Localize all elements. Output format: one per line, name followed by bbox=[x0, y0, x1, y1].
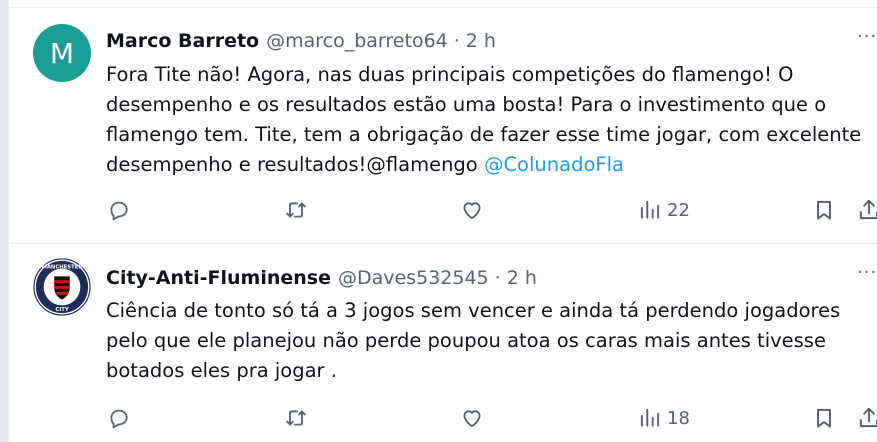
mention-link[interactable]: @ColunadoFla bbox=[484, 153, 624, 176]
tweet-text-line: Ciência de tonto só tá a 3 jogos sem ven… bbox=[106, 299, 841, 322]
tweet[interactable]: M Marco Barreto @marco_barreto64 · 2 h ·… bbox=[9, 8, 877, 244]
bookmark-button[interactable] bbox=[811, 197, 837, 223]
club-logo-icon: MANCHESTER CITY bbox=[33, 258, 91, 316]
timestamp[interactable]: 2 h bbox=[466, 30, 496, 52]
display-name[interactable]: Marco Barreto bbox=[106, 30, 259, 52]
share-icon bbox=[859, 407, 877, 428]
like-button[interactable] bbox=[459, 197, 485, 223]
retweet-icon bbox=[286, 410, 306, 426]
avatar[interactable]: M bbox=[33, 24, 91, 82]
bookmark-button[interactable] bbox=[811, 405, 837, 431]
tweet-text-line: pelo que ele planejou não perde poupou a… bbox=[106, 329, 826, 352]
reply-icon bbox=[110, 201, 128, 221]
logo-text-bottom: CITY bbox=[55, 307, 68, 313]
like-icon bbox=[463, 202, 481, 220]
retweet-icon bbox=[286, 202, 306, 218]
tweet-text-line: flamengo tem. Tite, tem a obrigação de f… bbox=[106, 123, 862, 146]
timestamp[interactable]: 2 h bbox=[507, 267, 537, 289]
reply-button[interactable] bbox=[106, 197, 132, 223]
more-options-icon[interactable]: ··· bbox=[857, 28, 877, 46]
retweet-button[interactable] bbox=[283, 405, 309, 431]
tweet[interactable]: MANCHESTER CITY City-Anti-Fluminense @Da… bbox=[9, 244, 877, 442]
avatar-letter: M bbox=[49, 36, 75, 70]
tweet-text-line: desempenho e resultados!@flamengo bbox=[106, 153, 484, 176]
separator-dot: · bbox=[494, 267, 501, 289]
views-icon bbox=[640, 200, 660, 219]
reply-button[interactable] bbox=[106, 405, 132, 431]
tweet-text-line: desempenho e os resultados estão uma bos… bbox=[106, 93, 827, 116]
like-icon bbox=[463, 410, 481, 428]
left-rail bbox=[0, 0, 9, 442]
views-icon bbox=[640, 408, 660, 427]
logo-text-top: MANCHESTER bbox=[42, 265, 83, 271]
tweet-text: Fora Tite não! Agora, nas duas principai… bbox=[106, 60, 866, 180]
more-options-icon[interactable]: ··· bbox=[857, 264, 877, 282]
tweet-header: City-Anti-Fluminense @Daves532545 · 2 h bbox=[106, 266, 537, 290]
tweet-text-line: Fora Tite não! Agora, nas duas principai… bbox=[106, 63, 794, 86]
tweet-text-line-last: desempenho e resultados!@flamengo @Colun… bbox=[106, 150, 866, 180]
views-button[interactable]: 22 bbox=[637, 197, 690, 223]
bookmark-icon bbox=[817, 200, 831, 220]
tweet-header: Marco Barreto @marco_barreto64 · 2 h bbox=[106, 29, 496, 53]
tweet-text: Ciência de tonto só tá a 3 jogos sem ven… bbox=[106, 296, 866, 386]
share-icon bbox=[859, 199, 877, 220]
user-handle[interactable]: @Daves532545 bbox=[338, 267, 489, 289]
retweet-button[interactable] bbox=[283, 197, 309, 223]
views-count: 18 bbox=[667, 407, 690, 429]
share-button[interactable] bbox=[856, 197, 877, 223]
avatar[interactable]: MANCHESTER CITY bbox=[33, 258, 91, 316]
like-button[interactable] bbox=[459, 405, 485, 431]
display-name[interactable]: City-Anti-Fluminense bbox=[106, 267, 331, 289]
views-count: 22 bbox=[667, 199, 690, 221]
share-button[interactable] bbox=[856, 405, 877, 431]
reply-icon bbox=[110, 409, 128, 429]
user-handle[interactable]: @marco_barreto64 bbox=[266, 30, 448, 52]
views-button[interactable]: 18 bbox=[637, 405, 690, 431]
separator-dot: · bbox=[453, 30, 460, 52]
tweet-text-line: botados eles pra jogar . bbox=[106, 359, 337, 382]
bookmark-icon bbox=[817, 408, 831, 428]
